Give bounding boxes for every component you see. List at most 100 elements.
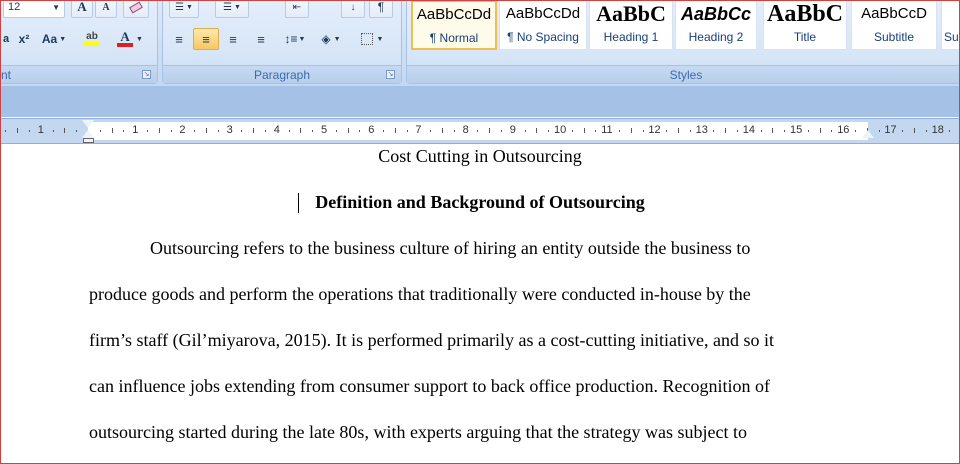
style-normal[interactable]: AaBbCcDd ¶ Normal [411,0,497,50]
ruler-tick [536,128,538,133]
ruler-tick [760,130,762,132]
ruler-tick [571,130,573,132]
ruler-tick [406,130,408,132]
style-sample: AaBbCcDd [505,5,581,22]
ruler-tick [619,130,620,132]
ruler-tick [595,130,597,132]
shading-button[interactable]: ◈ ▼ [315,28,347,50]
right-indent-marker[interactable] [862,130,874,138]
ruler-tick [359,130,361,132]
styles-group-label: Styles [407,65,960,83]
document-page[interactable]: Cost Cutting in Outsourcing Definition a… [0,144,960,464]
align-left-icon: ≡ [175,31,183,47]
ruler-tick [312,130,314,132]
font-group-label: nt [0,65,157,83]
font-color-button[interactable]: A ▼ [113,28,147,50]
style-title[interactable]: AaBbC Title [763,0,847,50]
paragraph-group-label: Paragraph [163,65,401,83]
grow-font-label: A [77,0,87,14]
chevron-down-icon: ▼ [333,35,341,43]
ruler-number: 1 [132,124,139,136]
ruler-tick [725,128,727,133]
ruler-tick [76,130,78,132]
horizontal-ruler[interactable]: 1 1 2 3 4 5 6 7 8 9 10 11 12 13 14 15 16 17 18 [0,118,960,144]
ruler-tick [772,128,774,133]
style-subtle-emphasis[interactable]: Su [941,0,960,50]
document-title: Cost Cutting in Outsourcing [378,146,582,166]
ruler-number: 2 [179,124,186,136]
grow-font-button[interactable]: A [71,0,93,18]
align-center-icon: ≡ [202,31,210,47]
ruler-tick [878,130,880,132]
align-left-button[interactable]: ≡ [167,28,191,50]
numbering-button[interactable]: ☰ ▼ [215,0,249,18]
chevron-down-icon: ▼ [52,2,60,12]
ruler-tick [99,130,101,132]
eraser-icon [129,0,143,14]
style-name: Heading 1 [603,30,659,44]
change-case-button[interactable]: Aa ▼ [39,28,69,50]
left-indent-marker[interactable] [83,138,94,143]
styles-group: AaBbCcDd ¶ Normal AaBbCcDd ¶ No Spacing … [406,0,960,84]
ruler-number: 5 [321,124,328,136]
paragraph-group-label-text: Paragraph [253,68,311,82]
ruler-tick [300,128,302,133]
justify-button[interactable]: ≡ [249,28,273,50]
style-subtitle[interactable]: AaBbCcD Subtitle [851,0,937,50]
font-size-select[interactable]: 12 ▼ [3,0,65,18]
line-spacing-icon: ↕≡ [284,32,298,46]
ruler-number: 15 [790,124,803,136]
sort-button[interactable]: ↓ [341,0,365,18]
chevron-down-icon: ▼ [186,3,193,11]
ruler-tick [5,130,7,132]
ruler-number: 10 [554,124,567,136]
change-case-label: Aa [41,32,58,46]
decrease-indent-button[interactable]: ⇤ [285,0,309,18]
show-marks-button[interactable]: ¶ [369,0,393,18]
ruler-number: 8 [462,124,469,136]
align-right-button[interactable]: ≡ [221,28,245,50]
align-center-button[interactable]: ≡ [193,28,219,50]
ruler-tick [453,130,455,132]
bullets-icon: ☰ [175,1,185,13]
style-heading-2[interactable]: AaBbCc Heading 2 [675,0,757,50]
style-heading-1[interactable]: AaBbC Heading 1 [589,0,673,50]
style-no-spacing[interactable]: AaBbCcDd ¶ No Spacing [499,0,587,50]
borders-button[interactable]: ▼ [355,28,389,50]
highlight-button[interactable]: ab [77,28,107,50]
body-line: Outsourcing refers to the business cultu… [150,238,751,258]
ruler-number: 1 [37,124,44,136]
ruler-tick [394,128,396,133]
ruler-tick [430,130,432,132]
body-line: outsourcing started during the late 80s,… [89,422,748,442]
chevron-down-icon: ▼ [59,35,67,43]
ruler-number: 6 [368,124,375,136]
ruler-tick [335,130,337,132]
ruler-number: 11 [601,124,613,136]
justify-icon: ≡ [257,31,265,47]
shrink-font-button[interactable]: A [95,0,117,18]
superscript-button[interactable]: x² [13,28,35,50]
chevron-down-icon: ▼ [298,35,306,43]
clear-formatting-button[interactable] [123,0,149,18]
font-group: 12 ▼ A A a x² Aa ▼ ab A ▼ nt ↘ [0,0,158,84]
first-line-indent-marker[interactable] [82,120,94,128]
ruler-tick [548,130,550,132]
ruler-tick [241,130,243,132]
hanging-indent-marker[interactable] [82,130,94,138]
paint-bucket-icon: ◈ [321,32,331,46]
ruler-tick [737,130,738,132]
ruler-tick [949,130,951,132]
style-sample [944,1,960,29]
chevron-down-icon: ▼ [376,35,384,43]
ruler-tick [914,128,915,133]
highlight-color-bar [84,42,100,46]
paragraph-dialog-launcher[interactable]: ↘ [386,70,395,79]
ruler-tick [784,130,786,132]
line-spacing-button[interactable]: ↕≡ ▼ [279,28,311,50]
ruler-tick [630,128,632,133]
style-sample: AaBbC [596,1,666,26]
font-dialog-launcher[interactable]: ↘ [142,70,151,79]
subscript-button[interactable]: a [1,28,11,50]
bullets-button[interactable]: ☰ ▼ [169,0,199,18]
